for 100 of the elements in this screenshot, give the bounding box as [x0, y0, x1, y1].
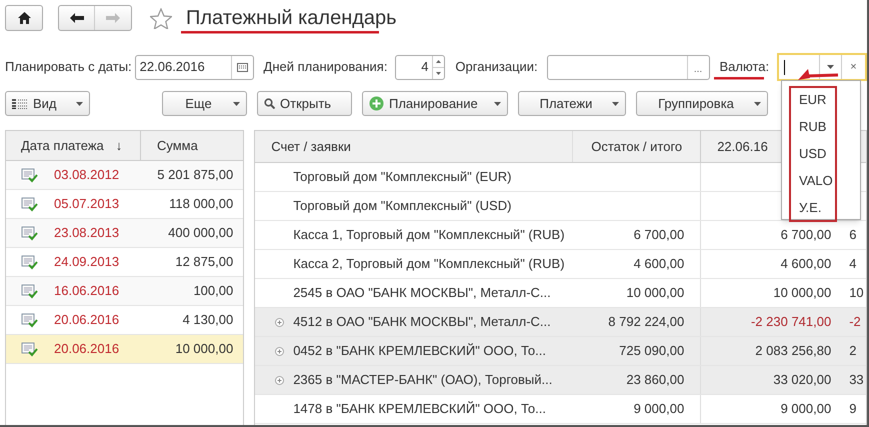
amount-cell-text: -2: [848, 313, 861, 332]
list-icon: [12, 98, 28, 108]
date-cell-text: 23.08.2013: [54, 224, 120, 242]
select-field[interactable]: ...: [546, 54, 710, 80]
account-cell-text: Касса 1, Торговый дом "Комплексный" (RUB): [293, 226, 565, 244]
down-caret-icon: [436, 72, 442, 74]
amount-cell-text: 118 000,00: [168, 195, 234, 214]
amount-cell-text: 6: [848, 226, 856, 244]
choose-button[interactable]: ...: [686, 56, 708, 78]
document-check-icon: [21, 196, 38, 212]
star-icon[interactable]: [150, 8, 172, 28]
table-row[interactable]: Касса 1, Торговый дом "Комплексный" (RUB) 6 700,00 6 700,00 6: [255, 221, 866, 250]
amount-cell-text: 33 020,00: [773, 371, 832, 390]
amount-cell-text: 6 700,00: [780, 226, 832, 244]
toolbar-button[interactable]: Группировка: [636, 91, 768, 116]
expand-icon[interactable]: [275, 376, 284, 384]
document-check-icon: [21, 226, 38, 240]
amount-cell-text: 4 600,00: [780, 255, 832, 274]
table-row[interactable]: 0452 в "БАНК КРЕМЛЕВСКИЙ" ООО, То... 725 090,00 2 083 256,80 2: [255, 337, 866, 366]
expand-icon[interactable]: [275, 346, 284, 356]
toolbar-button[interactable]: Еще: [162, 91, 247, 116]
plus-circle-icon: [369, 96, 384, 111]
search-icon: [264, 98, 275, 109]
table-row[interactable]: 03.08.2012 5 201 875,00: [6, 161, 244, 190]
forward-arrow-icon: [106, 13, 120, 23]
amount-cell-text: 10: [848, 284, 864, 302]
document-check-icon: [21, 342, 38, 356]
amount-cell-text: -2 230 741,00: [750, 313, 832, 332]
balance-cell-text: 8 792 224,00: [608, 313, 684, 332]
amount-cell-text: 4 130,00: [182, 311, 234, 330]
dropdown-item[interactable]: VALO: [799, 170, 835, 192]
document-check-icon: [21, 284, 38, 298]
dropdown-item[interactable]: У.Е.: [799, 197, 835, 219]
date-cell-text: 16.06.2016: [54, 282, 120, 300]
field-label: Валюта:: [720, 58, 770, 76]
document-check-icon: [21, 168, 38, 182]
page-title: Платежный календарь: [186, 8, 397, 28]
sort-arrow[interactable]: ↓: [116, 136, 122, 156]
amount-cell-text: 33: [848, 371, 864, 390]
underline-mark: [714, 77, 764, 80]
table-row[interactable]: Касса 2, Торговый дом "Комплексный" (RUB) 4 600,00 4 600,00 4: [255, 250, 866, 279]
date-cell-text: 05.07.2013: [54, 195, 120, 214]
document-check-icon: [21, 254, 38, 270]
table-row[interactable]: 2365 в "МАСТЕР-БАНК" (ОАО), Торговый... 23 860,00 33 020,00 33: [255, 366, 866, 395]
table-row[interactable]: 20.06.2016 10 000,00: [6, 335, 244, 364]
date-cell-text: 24.09.2013: [54, 253, 120, 272]
date-cell-text: 03.08.2012: [54, 166, 120, 184]
table-row[interactable]: 16.06.2016 100,00: [6, 277, 244, 306]
number-field[interactable]: 4: [395, 54, 446, 80]
field-label: Планировать с даты:: [5, 58, 132, 76]
date-cell-text: 20.06.2016: [54, 340, 120, 358]
pointer-arrow: [798, 69, 838, 80]
account-cell-text: 0452 в "БАНК КРЕМЛЕВСКИЙ" ООО, То...: [293, 342, 546, 360]
expand-icon[interactable]: [275, 318, 284, 326]
home-icon: [18, 12, 30, 24]
amount-cell-text: 2 083 256,80: [755, 342, 832, 360]
home-button[interactable]: [5, 5, 43, 31]
calendar-icon: [236, 62, 248, 72]
toolbar-button[interactable]: Планирование: [362, 91, 508, 116]
column-header[interactable]: Дата платежа ↓: [6, 131, 141, 160]
table-row[interactable]: 1478 в "БАНК КРЕМЛЕВСКИЙ" ООО, То... 9 000,00 9 000,00 9: [255, 395, 866, 424]
amount-cell-text: 12 875,00: [174, 253, 234, 272]
amount-cell-text: 5 201 875,00: [156, 166, 234, 184]
amount-cell-text: 2: [848, 342, 856, 360]
toolbar-button[interactable]: Вид: [5, 91, 90, 116]
up-caret-icon: [436, 60, 442, 62]
clear-button[interactable]: ×: [841, 55, 866, 79]
field-label: Организации:: [455, 58, 538, 76]
amount-cell-text: 10 000,00: [174, 340, 234, 358]
dropdown-item[interactable]: EUR: [799, 89, 835, 111]
dropdown-item[interactable]: RUB: [799, 116, 835, 138]
date-field[interactable]: 22.06.2016: [134, 54, 254, 80]
table-row[interactable]: 4512 в ОАО "БАНК МОСКВЫ", Металл-С... 8 792 224,00 -2 230 741,00 -2: [255, 308, 866, 337]
account-cell-text: Касса 2, Торговый дом "Комплексный" (RUB): [293, 255, 565, 274]
column-header[interactable]: Остаток / итого: [573, 131, 702, 162]
account-cell-text: 2545 в ОАО "БАНК МОСКВЫ", Металл-С...: [293, 284, 551, 302]
amount-cell-text: 4: [848, 255, 856, 274]
amount-cell-text: 10 000,00: [773, 284, 832, 302]
column-header[interactable]: Счет / заявки: [255, 131, 574, 162]
account-cell-text: 1478 в "БАНК КРЕМЛЕВСКИЙ" ООО, То...: [293, 400, 546, 418]
amount-cell-text: 9: [848, 400, 856, 418]
balance-cell-text: 725 090,00: [619, 342, 684, 360]
dropdown-item[interactable]: USD: [799, 143, 835, 165]
balance-cell-text: 10 000,00: [626, 284, 684, 302]
currency-field[interactable]: ×: [777, 53, 867, 81]
toolbar-button[interactable]: Открыть: [257, 91, 352, 116]
document-check-icon: [21, 312, 38, 328]
back-arrow-icon: [70, 13, 84, 23]
amount-cell-text: 100,00: [192, 282, 234, 300]
balance-cell-text: 6 700,00: [634, 226, 684, 244]
account-cell-text: Торговый дом "Комплексный" (EUR): [293, 168, 512, 186]
balance-cell-text: 4 600,00: [634, 255, 684, 274]
column-header[interactable]: Сумма: [141, 131, 244, 160]
table-row[interactable]: 23.08.2013 400 000,00: [6, 219, 244, 248]
account-cell-text: Торговый дом "Комплексный" (USD): [293, 197, 512, 216]
amount-cell-text: 400 000,00: [167, 224, 234, 242]
account-cell-text: 4512 в ОАО "БАНК МОСКВЫ", Металл-С...: [293, 313, 551, 332]
table-row[interactable]: 2545 в ОАО "БАНК МОСКВЫ", Металл-С... 10 000,00 10 000,00 10: [255, 279, 866, 308]
date-cell-text: 20.06.2016: [54, 311, 120, 330]
toolbar-button[interactable]: Платежи: [518, 91, 626, 116]
